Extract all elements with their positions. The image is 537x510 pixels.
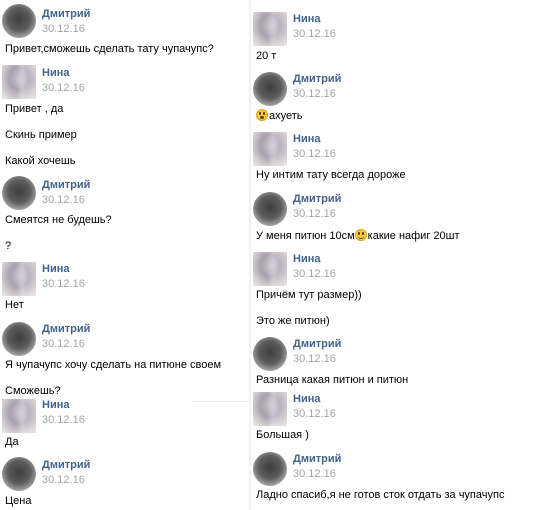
avatar[interactable]: [2, 4, 36, 38]
message-text: Привет , да: [5, 103, 64, 115]
smiling-face-icon: [354, 229, 367, 241]
sender-name[interactable]: Нина: [42, 67, 69, 79]
message-date: 30.12.16: [42, 338, 85, 350]
sender-name[interactable]: Дмитрий: [42, 179, 90, 191]
sender-name[interactable]: Нина: [42, 399, 69, 411]
sender-name[interactable]: Дмитрий: [42, 459, 90, 471]
message-date: 30.12.16: [42, 278, 85, 290]
sender-name[interactable]: Дмитрий: [293, 193, 341, 205]
message-date: 30.12.16: [42, 194, 85, 206]
message-date: 30.12.16: [293, 268, 336, 280]
message-text: Цена: [5, 495, 32, 507]
message-date: 30.12.16: [293, 28, 336, 40]
message-text: Я чупачупс хочу сделать на питюне своем: [5, 359, 222, 371]
message-date: 30.12.16: [293, 468, 336, 480]
avatar[interactable]: [2, 65, 36, 99]
sender-name[interactable]: Нина: [293, 253, 320, 265]
message-text: Да: [5, 436, 19, 448]
sender-name[interactable]: Дмитрий: [293, 338, 341, 350]
avatar[interactable]: [2, 457, 36, 491]
message-text: Смеятся не будешь?: [5, 214, 112, 226]
message-date: 30.12.16: [42, 474, 85, 486]
message-text: Привет,сможешь сделать тату чупачупс?: [5, 43, 214, 55]
message-date: 30.12.16: [293, 408, 336, 420]
divider-line: [192, 401, 249, 402]
message-text: ?: [5, 240, 12, 252]
message-text: Большая ): [256, 429, 309, 441]
sender-name[interactable]: Нина: [42, 263, 69, 275]
message-text: Разница какая питюн и питюн: [256, 374, 409, 386]
chat-column-left: Дмитрий 30.12.16 Привет,сможешь сделать …: [0, 0, 249, 510]
avatar[interactable]: [253, 337, 287, 371]
avatar[interactable]: [2, 322, 36, 356]
message-text: Это же питюн): [256, 315, 330, 327]
chat-column-right: Нина 30.12.16 20 т Дмитрий 30.12.16 ахуе…: [251, 0, 537, 510]
message-text: ахуеть: [256, 109, 303, 122]
message-text: Скинь пример: [5, 129, 77, 141]
sender-name[interactable]: Нина: [293, 13, 320, 25]
sender-name[interactable]: Дмитрий: [42, 323, 90, 335]
avatar[interactable]: [253, 392, 287, 426]
message-date: 30.12.16: [293, 148, 336, 160]
message-date: 30.12.16: [293, 208, 336, 220]
avatar[interactable]: [253, 452, 287, 486]
avatar[interactable]: [253, 192, 287, 226]
message-date: 30.12.16: [293, 353, 336, 365]
shocked-face-icon: [256, 109, 268, 121]
message-text: Ладно спасиб,я не готов сток отдать за ч…: [256, 489, 505, 501]
message-text: Какой хочешь: [5, 155, 76, 167]
sender-name[interactable]: Дмитрий: [293, 453, 341, 465]
message-date: 30.12.16: [42, 82, 85, 94]
message-text-content: ахуеть: [269, 110, 303, 122]
sender-name[interactable]: Нина: [293, 393, 320, 405]
avatar[interactable]: [253, 132, 287, 166]
message-date: 30.12.16: [42, 414, 85, 426]
message-date: 30.12.16: [293, 88, 336, 100]
avatar[interactable]: [253, 12, 287, 46]
message-text: Ну интим тату всегда дороже: [256, 169, 406, 181]
avatar[interactable]: [253, 72, 287, 106]
message-text-content: У меня питюн 10см: [256, 230, 355, 242]
avatar[interactable]: [253, 252, 287, 286]
message-text: 20 т: [256, 50, 277, 62]
message-text: Причём тут размер)): [256, 289, 362, 301]
sender-name[interactable]: Нина: [293, 133, 320, 145]
message-text: Нет: [5, 299, 24, 311]
avatar[interactable]: [2, 262, 36, 296]
sender-name[interactable]: Дмитрий: [293, 73, 341, 85]
message-text-content: какие нафиг 20шт: [367, 230, 460, 242]
avatar[interactable]: [2, 399, 36, 433]
sender-name[interactable]: Дмитрий: [42, 8, 90, 20]
message-text: У меня питюн 10см какие нафиг 20шт: [256, 229, 460, 242]
avatar[interactable]: [2, 176, 36, 210]
message-date: 30.12.16: [42, 23, 85, 35]
message-text: Сможешь?: [5, 385, 61, 397]
